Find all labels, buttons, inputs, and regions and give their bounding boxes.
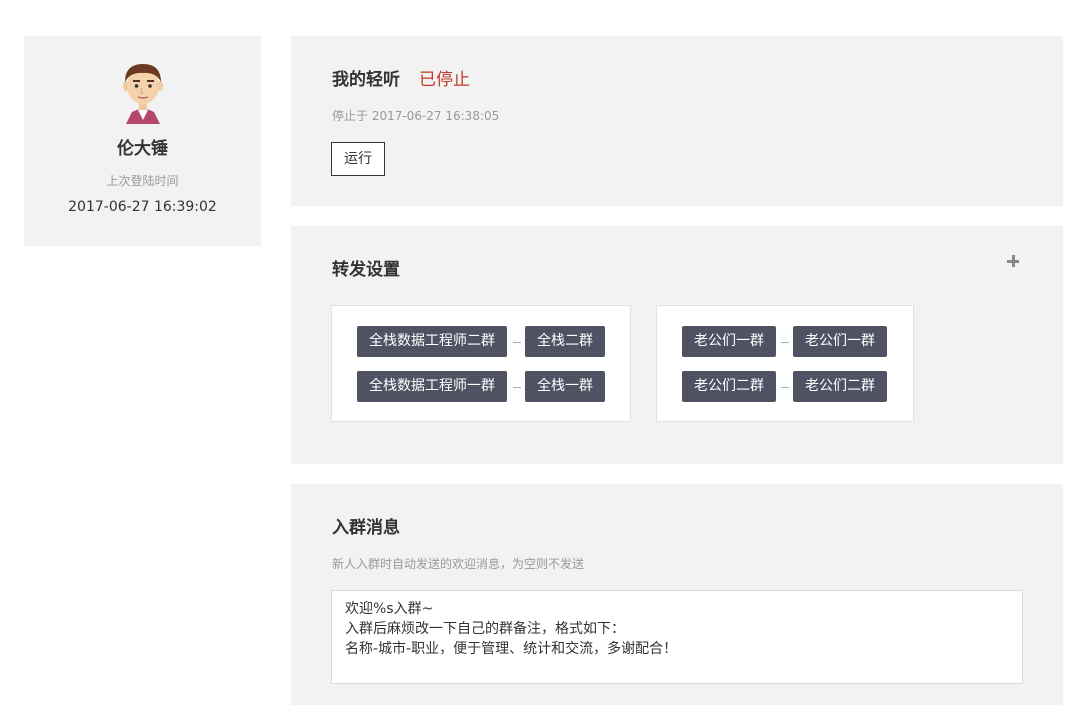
target-group-tag[interactable]: 老公们二群 <box>793 371 887 402</box>
source-group-tag[interactable]: 全栈数据工程师一群 <box>357 371 507 402</box>
target-group-tag[interactable]: 全栈二群 <box>525 326 605 357</box>
arrow-dash <box>781 387 789 388</box>
run-button[interactable]: 运行 <box>331 142 385 176</box>
arrow-dash <box>513 342 521 343</box>
source-group-tag[interactable]: 老公们一群 <box>682 326 776 357</box>
forward-group-card: 老公们一群 老公们一群 老公们二群 老公们二群 <box>656 305 914 422</box>
last-login-time: 2017-06-27 16:39:02 <box>68 199 217 215</box>
profile-card: 伦大锤 上次登陆时间 2017-06-27 16:39:02 <box>24 36 261 246</box>
join-message-textarea[interactable]: 欢迎%s入群~ 入群后麻烦改一下自己的群备注，格式如下： 名称-城市-职业，便于… <box>331 590 1023 684</box>
page: 伦大锤 上次登陆时间 2017-06-27 16:39:02 我的轻听 已停止 … <box>0 0 1088 705</box>
forward-group-card: 全栈数据工程师二群 全栈二群 全栈数据工程师一群 全栈一群 <box>331 305 631 422</box>
user-name: 伦大锤 <box>117 139 168 159</box>
source-group-tag[interactable]: 全栈数据工程师二群 <box>357 326 507 357</box>
panel-title: 转发设置 <box>332 260 400 280</box>
arrow-dash <box>513 387 521 388</box>
message-line: 入群后麻烦改一下自己的群备注，格式如下： <box>345 621 625 637</box>
source-group-tag[interactable]: 老公们二群 <box>682 371 776 402</box>
avatar <box>123 64 163 124</box>
arrow-dash <box>781 342 789 343</box>
message-line: 欢迎%s入群~ <box>345 601 434 617</box>
target-group-tag[interactable]: 老公们一群 <box>793 326 887 357</box>
status-panel: 我的轻听 已停止 停止于 2017-06-27 16:38:05 运行 <box>291 36 1063 206</box>
status-badge: 已停止 <box>419 70 470 90</box>
target-group-tag[interactable]: 全栈一群 <box>525 371 605 402</box>
plus-icon[interactable] <box>1005 253 1021 269</box>
stopped-timestamp: 停止于 2017-06-27 16:38:05 <box>332 109 500 123</box>
message-line: 名称-城市-职业，便于管理、统计和交流，多谢配合！ <box>345 641 678 657</box>
last-login-label: 上次登陆时间 <box>106 174 179 188</box>
panel-title: 我的轻听 <box>332 70 400 90</box>
join-message-description: 新人入群时自动发送的欢迎消息，为空则不发送 <box>332 557 585 571</box>
forward-settings-panel: 转发设置 全栈数据工程师二群 全栈二群 全栈数据工程师一群 全栈一群 老公们一群… <box>291 226 1063 464</box>
join-message-panel: 入群消息 新人入群时自动发送的欢迎消息，为空则不发送 欢迎%s入群~ 入群后麻烦… <box>291 484 1063 705</box>
panel-title: 入群消息 <box>332 518 400 538</box>
